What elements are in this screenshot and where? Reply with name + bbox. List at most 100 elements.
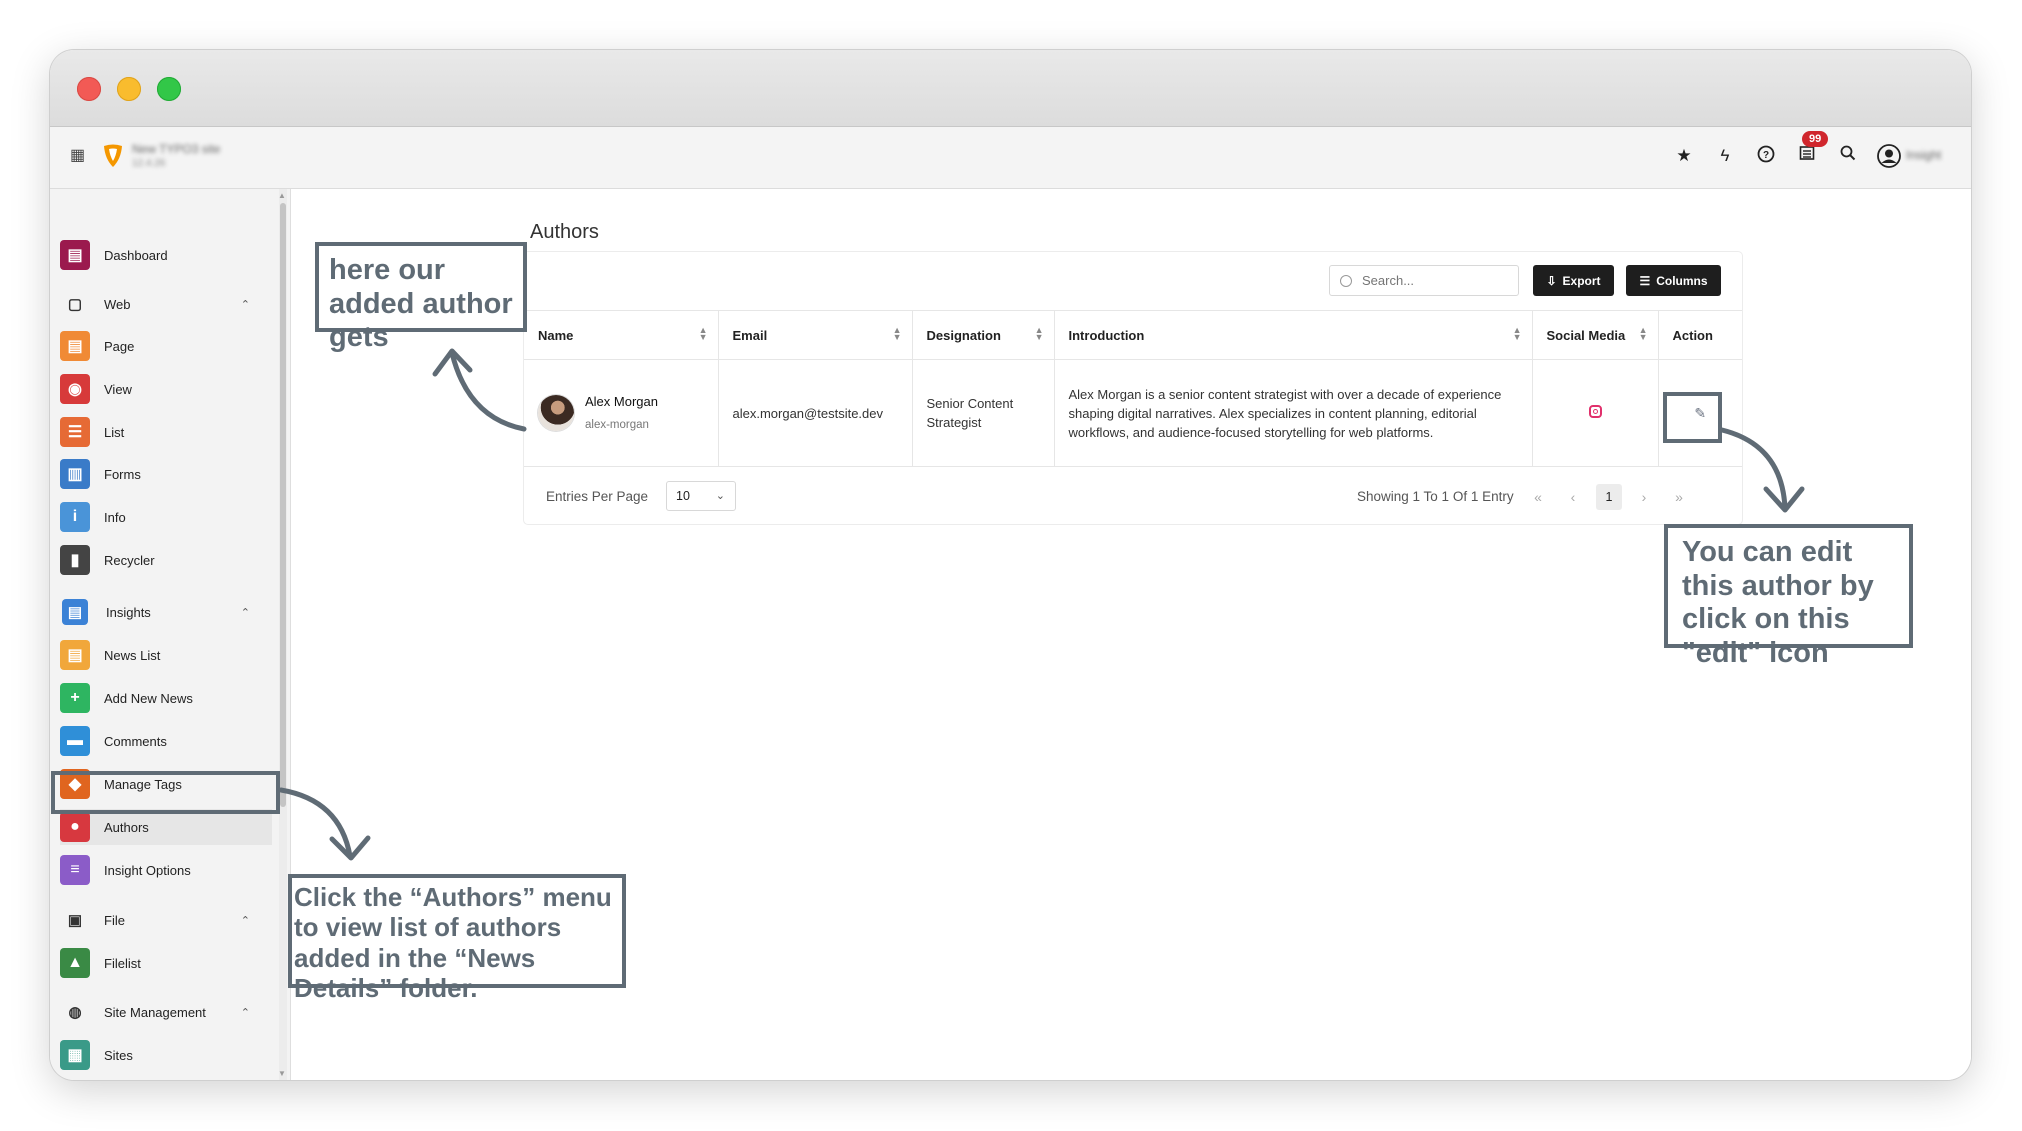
sidebar-item-dashboard[interactable]: ▤ Dashboard — [60, 237, 272, 273]
sidebar-item-insights[interactable]: ▤ Insights ⌃ — [60, 594, 272, 630]
sidebar-item-insight-options[interactable]: ≡ Insight Options — [60, 852, 272, 888]
sidebar-item-list[interactable]: ☰ List — [60, 414, 272, 450]
typo3-logo-icon[interactable] — [102, 143, 124, 169]
column-header-social-media[interactable]: Social Media ▲ ▼ — [1532, 310, 1659, 360]
entries-per-page-label: Entries Per Page — [546, 489, 649, 504]
cell-name: Alex Morgan alex-morgan — [524, 359, 719, 467]
sidebar-item-label: File — [104, 912, 125, 928]
sidebar-item-comments[interactable]: ▬ Comments — [60, 723, 272, 759]
chevron-down-icon: ⌄ — [715, 490, 725, 502]
entries-per-page-value: 10 — [676, 489, 690, 503]
annotation-added-author: here our added author gets — [315, 242, 527, 353]
search-input[interactable] — [1360, 272, 1504, 289]
table-footer: Entries Per Page 10 ⌄ Showing 1 To 1 Of … — [524, 472, 1742, 524]
user-avatar-icon[interactable] — [1877, 144, 1901, 168]
sidebar-item-add-new-news[interactable]: + Add New News — [60, 680, 272, 716]
scroll-down-icon[interactable]: ▼ — [278, 1069, 286, 1078]
user-name[interactable]: Insight — [1906, 148, 1941, 162]
last-page-button[interactable]: » — [1666, 484, 1692, 510]
search-box[interactable] — [1329, 265, 1519, 296]
sort-icon[interactable]: ▲ ▼ — [1639, 326, 1648, 342]
page-icon: ▤ — [60, 331, 90, 361]
next-page-button[interactable]: › — [1631, 484, 1657, 510]
sidebar-item-filelist[interactable]: ▲ Filelist — [60, 945, 272, 981]
scroll-up-icon[interactable]: ▲ — [278, 191, 286, 200]
author-name: Alex Morgan — [585, 393, 658, 409]
sidebar-item-label: Dashboard — [104, 247, 168, 263]
bookmark-star-icon[interactable]: ★ — [1673, 145, 1695, 167]
sidebar-item-label: Filelist — [104, 955, 141, 971]
sidebar-item-sites[interactable]: ▦ Sites — [60, 1037, 272, 1073]
list-icon: ☰ — [60, 417, 90, 447]
flash-icon[interactable]: ϟ — [1714, 145, 1736, 167]
dashboard-icon: ▤ — [60, 240, 90, 270]
close-window-button[interactable] — [77, 77, 101, 101]
sidebar-item-site-management[interactable]: ◍ Site Management ⌃ — [60, 994, 272, 1030]
sidebar-item-view[interactable]: ◉ View — [60, 371, 272, 407]
search-icon — [1340, 274, 1352, 287]
authors-menu-highlight — [51, 771, 280, 814]
sidebar-item-news-list[interactable]: ▤ News List — [60, 637, 272, 673]
image-icon: ▣ — [67, 912, 83, 929]
export-icon: ⇩ — [1546, 273, 1557, 288]
sites-icon: ▦ — [60, 1040, 90, 1070]
sidebar-item-web[interactable]: ▢ Web ⌃ — [60, 286, 272, 322]
sidebar-scrollbar[interactable] — [279, 189, 287, 1080]
sidebar-scrollbar-thumb[interactable] — [280, 203, 286, 807]
sort-icon[interactable]: ▲ ▼ — [1035, 326, 1044, 342]
chevron-up-icon[interactable]: ⌃ — [241, 1006, 250, 1019]
table-header-row: Name ▲ ▼ Email ▲ ▼ Designation ▲ ▼ Introductio… — [524, 310, 1742, 360]
plus-icon: + — [60, 683, 90, 713]
sort-icon[interactable]: ▲ ▼ — [893, 326, 902, 342]
news-list-icon: ▤ — [60, 640, 90, 670]
sort-icon[interactable]: ▲ ▼ — [1513, 326, 1522, 342]
typo3-topbar: ▦ New TYPO3 site 12.4.26 ★ ϟ ? 99 Insigh… — [50, 127, 1971, 189]
sliders-icon: ☰ — [1639, 273, 1651, 288]
authors-card: ⇩ Export ☰ Columns Name▲▼ Email▲▼ Design… — [524, 252, 1742, 524]
sidebar-item-label: Insight Options — [104, 862, 191, 878]
sidebar-item-label: Page — [104, 338, 135, 354]
column-header-email[interactable]: Email ▲ ▼ — [718, 310, 913, 360]
info-icon: i — [60, 502, 90, 532]
column-header-name[interactable]: Name ▲ ▼ — [524, 310, 719, 360]
sidebar-item-label: Forms — [104, 466, 141, 482]
annotation-authors-menu: Click the “Authors” menu to view list of… — [288, 874, 626, 1003]
column-header-designation[interactable]: Designation ▲ ▼ — [912, 310, 1055, 360]
columns-label: Columns — [1656, 273, 1708, 288]
search-icon[interactable] — [1837, 145, 1859, 167]
chevron-up-icon[interactable]: ⌃ — [241, 606, 250, 619]
column-header-introduction[interactable]: Introduction ▲ ▼ — [1054, 310, 1533, 360]
previous-page-button[interactable]: ‹ — [1560, 484, 1586, 510]
minimize-window-button[interactable] — [117, 77, 141, 101]
instagram-icon[interactable] — [1588, 404, 1602, 418]
sidebar-item-label: Info — [104, 509, 126, 525]
export-button[interactable]: ⇩ Export — [1533, 265, 1614, 296]
sidebar-item-forms[interactable]: ▥ Forms — [60, 456, 272, 492]
cell-designation: Senior Content Strategist — [912, 359, 1055, 467]
app-grid-icon[interactable]: ▦ — [70, 147, 88, 165]
sidebar-item-file[interactable]: ▣ File ⌃ — [60, 902, 272, 938]
chevron-up-icon[interactable]: ⌃ — [241, 914, 250, 927]
maximize-window-button[interactable] — [157, 77, 181, 101]
sort-icon[interactable]: ▲ ▼ — [699, 326, 708, 342]
columns-button[interactable]: ☰ Columns — [1626, 265, 1721, 296]
entries-per-page-select[interactable]: 10 ⌄ — [666, 481, 736, 511]
sidebar-item-authors[interactable]: ● Authors — [60, 809, 272, 845]
sidebar-item-recycler[interactable]: ▮ Recycler — [60, 542, 272, 578]
sidebar-item-page[interactable]: ▤ Page — [60, 328, 272, 364]
help-icon[interactable]: ? — [1755, 145, 1777, 167]
system-info-icon[interactable] — [1796, 145, 1818, 167]
sidebar-item-label: Web — [104, 296, 131, 312]
forms-icon: ▥ — [60, 459, 90, 489]
insights-icon: ▤ — [62, 599, 88, 625]
sidebar-item-label: Comments — [104, 733, 167, 749]
globe-icon: ◍ — [68, 1004, 82, 1021]
first-page-button[interactable]: « — [1525, 484, 1551, 510]
sidebar-item-info[interactable]: i Info — [60, 499, 272, 535]
chevron-up-icon[interactable]: ⌃ — [241, 298, 250, 311]
cell-email: alex.morgan@testsite.dev — [718, 359, 913, 467]
svg-text:?: ? — [1763, 150, 1769, 161]
site-name: New TYPO3 site — [132, 142, 221, 156]
table-row: Alex Morgan alex-morgan alex.morgan@test… — [524, 359, 1742, 467]
page-button-1[interactable]: 1 — [1596, 484, 1622, 510]
